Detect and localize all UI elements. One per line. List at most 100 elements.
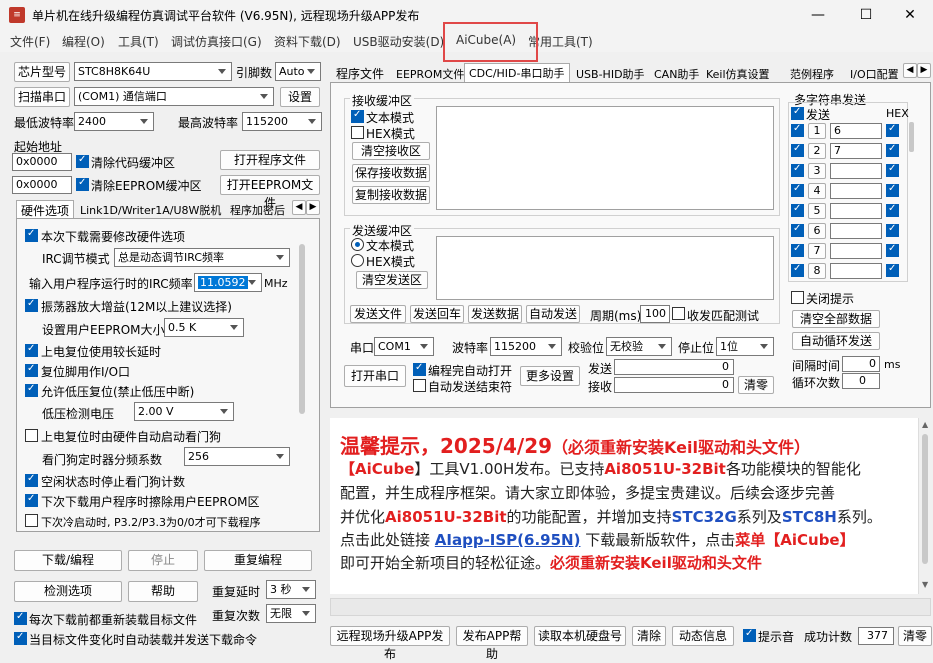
copy-receive-button[interactable]: 复制接收数据 (352, 186, 430, 204)
clear-receive-button[interactable]: 清空接收区 (352, 142, 430, 160)
multi-row-input[interactable]: 7 (830, 143, 882, 159)
tab-left-arrow[interactable]: ◀ (292, 200, 306, 215)
tab-examples[interactable]: 范例程序 (786, 65, 838, 83)
multi-row-hex-checkbox[interactable] (886, 143, 899, 157)
settings-button[interactable]: 设置 (280, 87, 320, 107)
minimize-button[interactable]: — (795, 0, 841, 30)
low-voltage-select[interactable]: 2.00 V (134, 402, 234, 421)
multi-row-input[interactable] (830, 203, 882, 219)
multi-row-checkbox[interactable] (791, 143, 804, 157)
recv-hex-mode-checkbox[interactable] (351, 126, 364, 139)
auto-load-checkbox[interactable] (14, 631, 27, 645)
menu-usb-driver[interactable]: USB驱动安装(D) (353, 33, 444, 50)
multi-row-send-button[interactable]: 5 (808, 203, 826, 219)
eeprom-size-select[interactable]: 0.5 K (164, 318, 244, 337)
menu-download[interactable]: 资料下载(D) (274, 33, 341, 50)
receive-textarea[interactable] (436, 106, 774, 210)
baud-rate-select[interactable]: 115200 (490, 337, 562, 356)
right-tab-right-arrow[interactable]: ▶ (917, 63, 931, 78)
send-data-button[interactable]: 发送数据 (468, 305, 522, 323)
scroll-up-icon[interactable]: ▲ (922, 420, 928, 429)
repeat-count-select[interactable]: 无限 (266, 604, 316, 623)
close-button[interactable]: ✕ (887, 0, 933, 30)
menu-tools[interactable]: 工具(T) (118, 33, 159, 50)
multi-row-send-button[interactable]: 3 (808, 163, 826, 179)
tab-link1d[interactable]: Link1D/Writer1A/U8W脱机 (76, 201, 225, 219)
match-test-checkbox[interactable] (672, 307, 685, 320)
stop-bit-select[interactable]: 1位 (716, 337, 774, 356)
send-textarea[interactable] (436, 236, 774, 300)
tab-usb-hid[interactable]: USB-HID助手 (572, 65, 649, 83)
download-program-button[interactable]: 下载/编程 (14, 550, 122, 571)
stop-button[interactable]: 停止 (128, 550, 198, 571)
download-link[interactable]: AIapp-ISP(6.95N) (435, 531, 581, 549)
scroll-down-icon[interactable]: ▼ (922, 580, 928, 589)
option-low-voltage-checkbox[interactable] (25, 383, 38, 397)
publish-help-button[interactable]: 发布APP帮助 (456, 626, 528, 661)
auto-end-checkbox[interactable] (413, 379, 426, 392)
detect-options-button[interactable]: 检测选项 (14, 581, 122, 602)
repeat-delay-select[interactable]: 3 秒 (266, 580, 316, 599)
port-select[interactable]: (COM1) 通信端口 (74, 87, 274, 106)
tab-cdc-hid[interactable]: CDC/HID-串口助手 (464, 63, 570, 82)
scan-port-button[interactable]: 扫描串口 (14, 87, 70, 107)
clear-button[interactable]: 清除 (632, 626, 666, 646)
multi-send-checkbox[interactable] (791, 106, 804, 120)
interval-input[interactable]: 0 (842, 356, 880, 372)
right-tab-left-arrow[interactable]: ◀ (903, 63, 917, 78)
multi-row-send-button[interactable]: 2 (808, 143, 826, 159)
option-watchdog-checkbox[interactable] (25, 429, 38, 442)
repeat-program-button[interactable]: 重复编程 (204, 550, 312, 571)
auto-send-button[interactable]: 自动发送 (526, 305, 580, 323)
tab-eeprom-file[interactable]: EEPROM文件 (392, 65, 468, 83)
multi-scrollbar[interactable] (909, 122, 914, 152)
chip-model-button[interactable]: 芯片型号 (14, 62, 70, 82)
watchdog-divider-select[interactable]: 256 (184, 447, 290, 466)
scroll-thumb[interactable] (922, 434, 928, 564)
parity-select[interactable]: 无校验 (606, 337, 672, 356)
multi-row-checkbox[interactable] (791, 203, 804, 217)
horizontal-scrollbar[interactable] (330, 598, 931, 616)
menu-debug[interactable]: 调试仿真接口(G) (171, 33, 262, 50)
clear-send-button[interactable]: 清空发送区 (356, 271, 428, 289)
reload-target-checkbox[interactable] (14, 611, 27, 625)
maximize-button[interactable]: ☐ (843, 0, 889, 30)
reset-count-button[interactable]: 清零 (898, 626, 932, 646)
multi-row-hex-checkbox[interactable] (886, 123, 899, 137)
multi-row-send-button[interactable]: 7 (808, 243, 826, 259)
loop-count-input[interactable]: 0 (842, 373, 880, 389)
multi-row-input[interactable] (830, 223, 882, 239)
dynamic-info-button[interactable]: 动态信息 (672, 626, 734, 646)
multi-row-hex-checkbox[interactable] (886, 243, 899, 257)
tab-can[interactable]: CAN助手 (650, 65, 703, 83)
open-serial-button[interactable]: 打开串口 (344, 365, 406, 387)
multi-row-send-button[interactable]: 8 (808, 263, 826, 279)
sound-checkbox[interactable] (743, 628, 756, 642)
irc-mode-select[interactable]: 总是动态调节IRC频率 (114, 248, 290, 267)
auto-open-checkbox[interactable] (413, 362, 426, 376)
menu-program[interactable]: 编程(O) (62, 33, 105, 50)
pin-count-select[interactable]: Auto (275, 62, 321, 81)
option-modify-hardware-checkbox[interactable] (25, 228, 38, 242)
read-disk-button[interactable]: 读取本机硬盘号 (534, 626, 626, 646)
multi-row-checkbox[interactable] (791, 223, 804, 237)
multi-row-input[interactable] (830, 183, 882, 199)
tab-io-config[interactable]: I/O口配置 (846, 65, 902, 83)
serial-port-select[interactable]: COM1 (374, 337, 434, 356)
chip-model-select[interactable]: STC8H8K64U (74, 62, 232, 81)
options-scrollbar[interactable] (299, 244, 305, 414)
close-tip-checkbox[interactable] (791, 291, 804, 304)
send-hex-mode-radio[interactable] (351, 254, 364, 267)
menu-file[interactable]: 文件(F) (10, 33, 50, 50)
remote-upgrade-button[interactable]: 远程现场升级APP发布 (330, 626, 450, 661)
option-cold-start-checkbox[interactable] (25, 514, 38, 527)
send-file-button[interactable]: 发送文件 (350, 305, 406, 323)
save-receive-button[interactable]: 保存接收数据 (352, 164, 430, 182)
multi-row-send-button[interactable]: 6 (808, 223, 826, 239)
multi-row-input[interactable]: 6 (830, 123, 882, 139)
min-baud-select[interactable]: 2400 (74, 112, 154, 131)
tab-encryption[interactable]: 程序加密后 (226, 201, 290, 219)
option-long-reset-checkbox[interactable] (25, 343, 38, 357)
multi-row-hex-checkbox[interactable] (886, 223, 899, 237)
multi-row-checkbox[interactable] (791, 163, 804, 177)
